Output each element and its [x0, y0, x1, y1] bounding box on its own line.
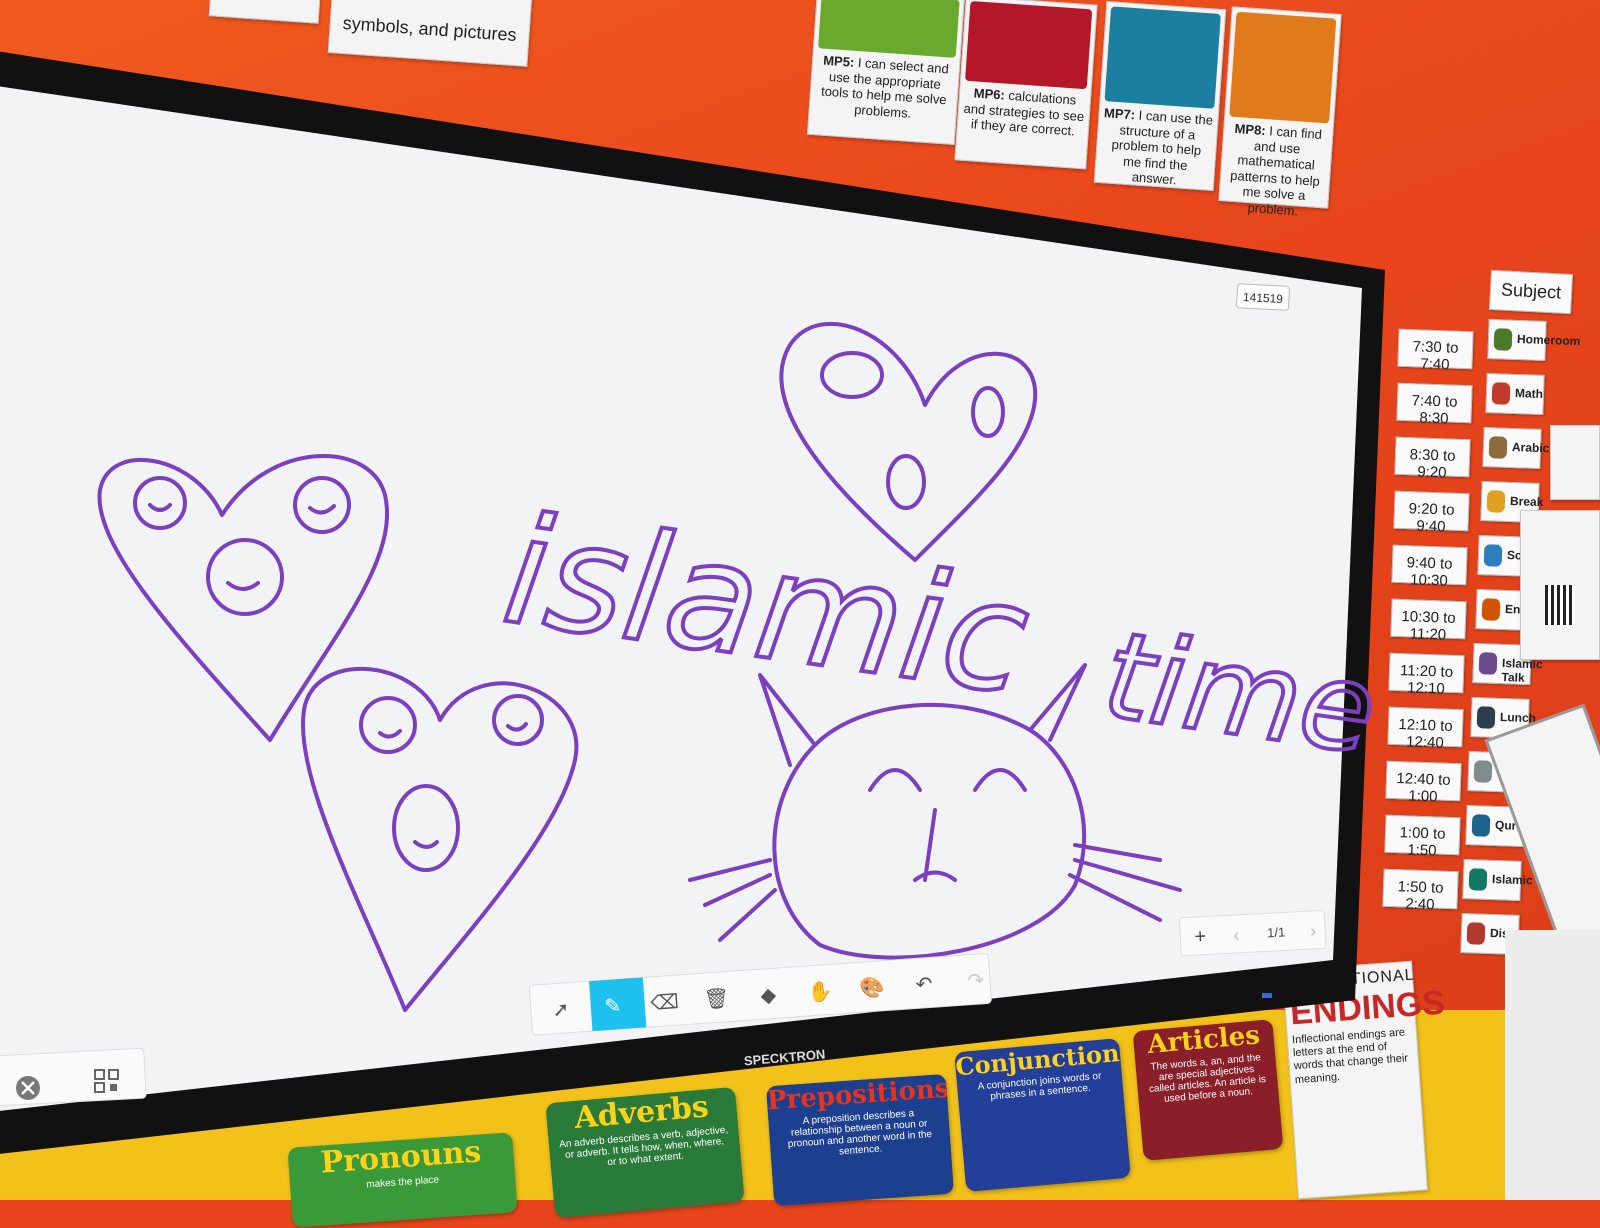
shapes-icon[interactable]: ◆: [760, 982, 778, 1007]
power-led: [1262, 993, 1272, 998]
pen-icon[interactable]: ✎: [604, 993, 622, 1018]
undo-icon[interactable]: ↶: [915, 971, 933, 996]
eraser-icon[interactable]: ⌫: [650, 989, 680, 1015]
bottom-left-controls: [0, 1047, 147, 1107]
hand-icon[interactable]: ✋: [807, 978, 834, 1004]
next-page-icon[interactable]: ›: [1310, 921, 1317, 941]
page-indicator: 1/1: [1267, 924, 1286, 940]
select-icon[interactable]: ➚: [552, 997, 570, 1022]
page-code-badge: 141519: [1236, 283, 1290, 311]
palette-icon[interactable]: 🎨: [859, 975, 886, 1001]
add-page-button[interactable]: +: [1194, 926, 1207, 949]
prev-page-icon[interactable]: ‹: [1233, 925, 1240, 945]
page-code-text: 141519: [1243, 290, 1284, 306]
trash-icon[interactable]: 🗑: [703, 986, 730, 1012]
page-navigation: + ‹ 1/1 ›: [1178, 909, 1327, 957]
interactive-display: SPECKTRON 141519 islamic time ➚ ✎ ⌫ 🗑 ◆ …: [0, 51, 1386, 1154]
redo-icon[interactable]: ↷: [967, 968, 986, 993]
classroom-scene: symbols, and pictures MP5: I can select …: [0, 0, 1600, 1228]
